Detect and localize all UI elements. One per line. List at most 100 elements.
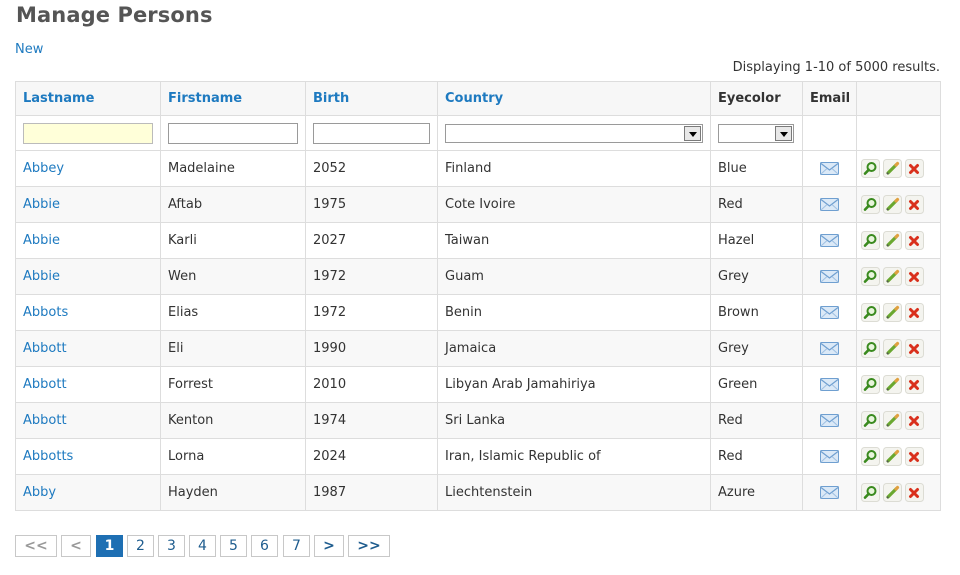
delete-x-icon[interactable] bbox=[905, 159, 924, 178]
lastname-link[interactable]: Abbott bbox=[23, 413, 67, 428]
birth-filter-input[interactable] bbox=[313, 122, 430, 144]
lastname-link[interactable]: Abbots bbox=[23, 305, 68, 320]
envelope-icon[interactable] bbox=[820, 306, 839, 319]
lastname-link[interactable]: Abbott bbox=[23, 377, 67, 392]
page-button-3[interactable]: 3 bbox=[158, 535, 185, 557]
cell-firstname: Karli bbox=[160, 222, 306, 259]
table-row: Abbie Aftab 1975 Cote Ivoire Red bbox=[15, 186, 941, 223]
lastname-link[interactable]: Abbotts bbox=[23, 449, 73, 464]
eyecolor-filter-select[interactable] bbox=[718, 123, 794, 143]
delete-x-icon[interactable] bbox=[905, 375, 924, 394]
page-button-1[interactable]: 1 bbox=[96, 535, 123, 557]
envelope-icon[interactable] bbox=[820, 450, 839, 463]
view-magnifier-icon[interactable] bbox=[861, 303, 880, 322]
delete-x-icon[interactable] bbox=[905, 303, 924, 322]
lastname-link[interactable]: Abbey bbox=[23, 161, 64, 176]
edit-pencil-icon[interactable] bbox=[883, 411, 902, 430]
delete-x-icon[interactable] bbox=[905, 195, 924, 214]
edit-pencil-icon[interactable] bbox=[883, 339, 902, 358]
cell-country: Libyan Arab Jamahiriya bbox=[437, 366, 711, 403]
firstname-filter-input[interactable] bbox=[168, 122, 298, 144]
cell-birth: 1987 bbox=[305, 474, 438, 511]
sort-country-link[interactable]: Country bbox=[445, 91, 503, 106]
cell-country: Finland bbox=[437, 150, 711, 187]
country-filter-select[interactable] bbox=[445, 123, 703, 143]
envelope-icon[interactable] bbox=[820, 162, 839, 175]
delete-x-icon[interactable] bbox=[905, 483, 924, 502]
cell-country: Taiwan bbox=[437, 222, 711, 259]
sort-lastname-link[interactable]: Lastname bbox=[23, 91, 94, 106]
page-button-5[interactable]: 5 bbox=[220, 535, 247, 557]
new-person-link[interactable]: New bbox=[15, 42, 43, 57]
cell-eyecolor: Brown bbox=[710, 294, 803, 331]
view-magnifier-icon[interactable] bbox=[861, 375, 880, 394]
envelope-icon[interactable] bbox=[820, 378, 839, 391]
edit-pencil-icon[interactable] bbox=[883, 375, 902, 394]
cell-email bbox=[802, 258, 857, 295]
cell-country: Guam bbox=[437, 258, 711, 295]
view-magnifier-icon[interactable] bbox=[861, 159, 880, 178]
last-page-button[interactable]: >> bbox=[348, 535, 390, 557]
delete-x-icon[interactable] bbox=[905, 339, 924, 358]
edit-pencil-icon[interactable] bbox=[883, 267, 902, 286]
delete-x-icon[interactable] bbox=[905, 411, 924, 430]
lastname-link[interactable]: Abbie bbox=[23, 233, 60, 248]
view-magnifier-icon[interactable] bbox=[861, 195, 880, 214]
lastname-link[interactable]: Abby bbox=[23, 485, 56, 500]
view-magnifier-icon[interactable] bbox=[861, 231, 880, 250]
cell-actions bbox=[856, 438, 941, 475]
edit-pencil-icon[interactable] bbox=[883, 483, 902, 502]
page-button-6[interactable]: 6 bbox=[251, 535, 278, 557]
delete-x-icon[interactable] bbox=[905, 447, 924, 466]
header-row: Lastname Firstname Birth Country Eyecolo… bbox=[15, 81, 941, 116]
envelope-icon[interactable] bbox=[820, 486, 839, 499]
edit-pencil-icon[interactable] bbox=[883, 159, 902, 178]
delete-x-icon[interactable] bbox=[905, 267, 924, 286]
lastname-link[interactable]: Abbie bbox=[23, 197, 60, 212]
delete-x-icon[interactable] bbox=[905, 231, 924, 250]
envelope-icon[interactable] bbox=[820, 270, 839, 283]
cell-email bbox=[802, 222, 857, 259]
cell-firstname: Eli bbox=[160, 330, 306, 367]
edit-pencil-icon[interactable] bbox=[883, 231, 902, 250]
page-button-2[interactable]: 2 bbox=[127, 535, 154, 557]
view-magnifier-icon[interactable] bbox=[861, 339, 880, 358]
cell-birth: 2027 bbox=[305, 222, 438, 259]
cell-eyecolor: Blue bbox=[710, 150, 803, 187]
filter-row bbox=[15, 115, 941, 151]
edit-pencil-icon[interactable] bbox=[883, 447, 902, 466]
filter-cell-lastname bbox=[15, 115, 161, 151]
cell-eyecolor: Hazel bbox=[710, 222, 803, 259]
envelope-icon[interactable] bbox=[820, 342, 839, 355]
chevron-down-icon[interactable] bbox=[684, 125, 701, 141]
view-magnifier-icon[interactable] bbox=[861, 411, 880, 430]
cell-firstname: Aftab bbox=[160, 186, 306, 223]
cell-eyecolor: Grey bbox=[710, 330, 803, 367]
chevron-down-icon[interactable] bbox=[775, 125, 792, 141]
cell-firstname: Forrest bbox=[160, 366, 306, 403]
prev-page-button[interactable]: < bbox=[61, 535, 91, 557]
sort-firstname-link[interactable]: Firstname bbox=[168, 91, 242, 106]
cell-eyecolor: Red bbox=[710, 186, 803, 223]
lastname-filter-input[interactable] bbox=[23, 122, 153, 144]
envelope-icon[interactable] bbox=[820, 414, 839, 427]
edit-pencil-icon[interactable] bbox=[883, 303, 902, 322]
table-row: Abbie Wen 1972 Guam Grey bbox=[15, 258, 941, 295]
header-email: Email bbox=[802, 81, 857, 116]
filter-cell-actions bbox=[856, 115, 941, 151]
cell-email bbox=[802, 402, 857, 439]
lastname-link[interactable]: Abbie bbox=[23, 269, 60, 284]
page-button-7[interactable]: 7 bbox=[283, 535, 310, 557]
view-magnifier-icon[interactable] bbox=[861, 267, 880, 286]
next-page-button[interactable]: > bbox=[314, 535, 344, 557]
envelope-icon[interactable] bbox=[820, 198, 839, 211]
first-page-button[interactable]: << bbox=[15, 535, 57, 557]
table-row: Abby Hayden 1987 Liechtenstein Azure bbox=[15, 474, 941, 511]
page-button-4[interactable]: 4 bbox=[189, 535, 216, 557]
view-magnifier-icon[interactable] bbox=[861, 483, 880, 502]
envelope-icon[interactable] bbox=[820, 234, 839, 247]
edit-pencil-icon[interactable] bbox=[883, 195, 902, 214]
sort-birth-link[interactable]: Birth bbox=[313, 91, 349, 106]
lastname-link[interactable]: Abbott bbox=[23, 341, 67, 356]
view-magnifier-icon[interactable] bbox=[861, 447, 880, 466]
